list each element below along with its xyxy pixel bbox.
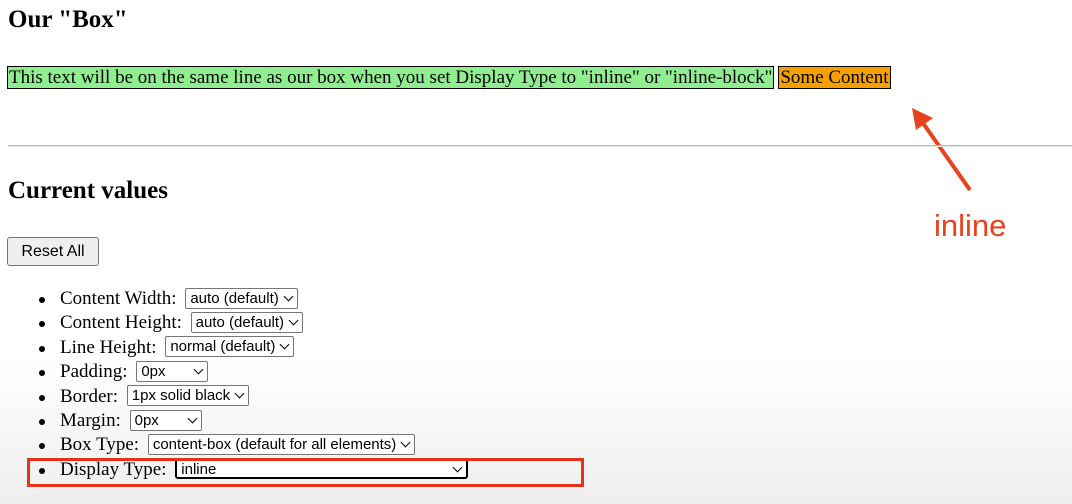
chevron-down-icon: [193, 364, 204, 375]
property-content-height: Content Height: auto (default): [0, 311, 468, 335]
property-label: Display Type:: [60, 458, 167, 480]
select-value: 1px solid black: [131, 387, 231, 405]
property-border: Border: 1px solid black: [0, 385, 468, 409]
property-label: Line Height:: [60, 336, 157, 358]
chevron-down-icon: [234, 388, 245, 399]
select-value: inline: [181, 461, 217, 479]
bullet-icon: [39, 370, 45, 377]
chevron-down-icon: [279, 339, 290, 350]
property-label: Content Width:: [60, 288, 177, 309]
page-title: Our "Box": [8, 6, 128, 33]
annotation-label: inline: [934, 208, 1007, 243]
chevron-down-icon: [288, 315, 299, 326]
select-value: content-box (default for all elements): [152, 435, 397, 453]
properties-list: Content Width: auto (default) Content He…: [0, 287, 469, 482]
line-height-select[interactable]: normal (default): [165, 336, 295, 358]
chevron-down-icon: [283, 291, 294, 302]
bullet-icon: [39, 297, 45, 303]
box-type-select[interactable]: content-box (default for all elements): [147, 433, 416, 455]
demo-text: This text will be on the same line as ou…: [7, 66, 775, 89]
reset-all-button[interactable]: Reset All: [7, 237, 99, 266]
bullet-icon: [39, 467, 45, 474]
property-margin: Margin: 0px: [0, 409, 468, 433]
property-label: Content Height:: [60, 312, 182, 334]
property-box-type: Box Type: content-box (default for all e…: [0, 433, 468, 457]
divider: [8, 145, 1072, 147]
property-label: Border:: [60, 385, 119, 407]
border-select[interactable]: 1px solid black: [126, 385, 250, 407]
property-label: Box Type:: [60, 434, 140, 456]
chevron-down-icon: [452, 462, 463, 473]
box-content: Some Content: [778, 66, 891, 89]
select-value: 0px: [141, 362, 166, 380]
content-height-select[interactable]: auto (default): [190, 312, 304, 334]
demo-line: This text will be on the same line as ou…: [7, 66, 891, 89]
chevron-down-icon: [187, 413, 198, 424]
select-value: 0px: [134, 411, 159, 429]
arrow-icon: [912, 108, 972, 192]
display-type-select[interactable]: inline: [175, 458, 469, 480]
bullet-icon: [39, 345, 45, 352]
property-padding: Padding: 0px: [0, 360, 468, 384]
property-content-width: Content Width: auto (default): [0, 287, 468, 311]
bullet-icon: [39, 443, 45, 450]
chevron-down-icon: [400, 437, 411, 448]
property-line-height: Line Height: normal (default): [0, 336, 468, 360]
property-label: Padding:: [60, 361, 128, 383]
select-value: auto (default): [195, 314, 285, 332]
property-label: Margin:: [60, 409, 121, 431]
bullet-icon: [39, 394, 45, 401]
bullet-icon: [39, 321, 45, 328]
select-value: auto (default): [190, 289, 279, 307]
property-display-type: Display Type: inline: [0, 458, 469, 482]
margin-select[interactable]: 0px: [129, 409, 202, 431]
select-value: normal (default): [170, 338, 276, 356]
bullet-icon: [39, 418, 45, 425]
current-values-heading: Current values: [8, 177, 168, 204]
padding-select[interactable]: 0px: [136, 360, 209, 382]
content-width-select[interactable]: auto (default): [185, 287, 298, 309]
